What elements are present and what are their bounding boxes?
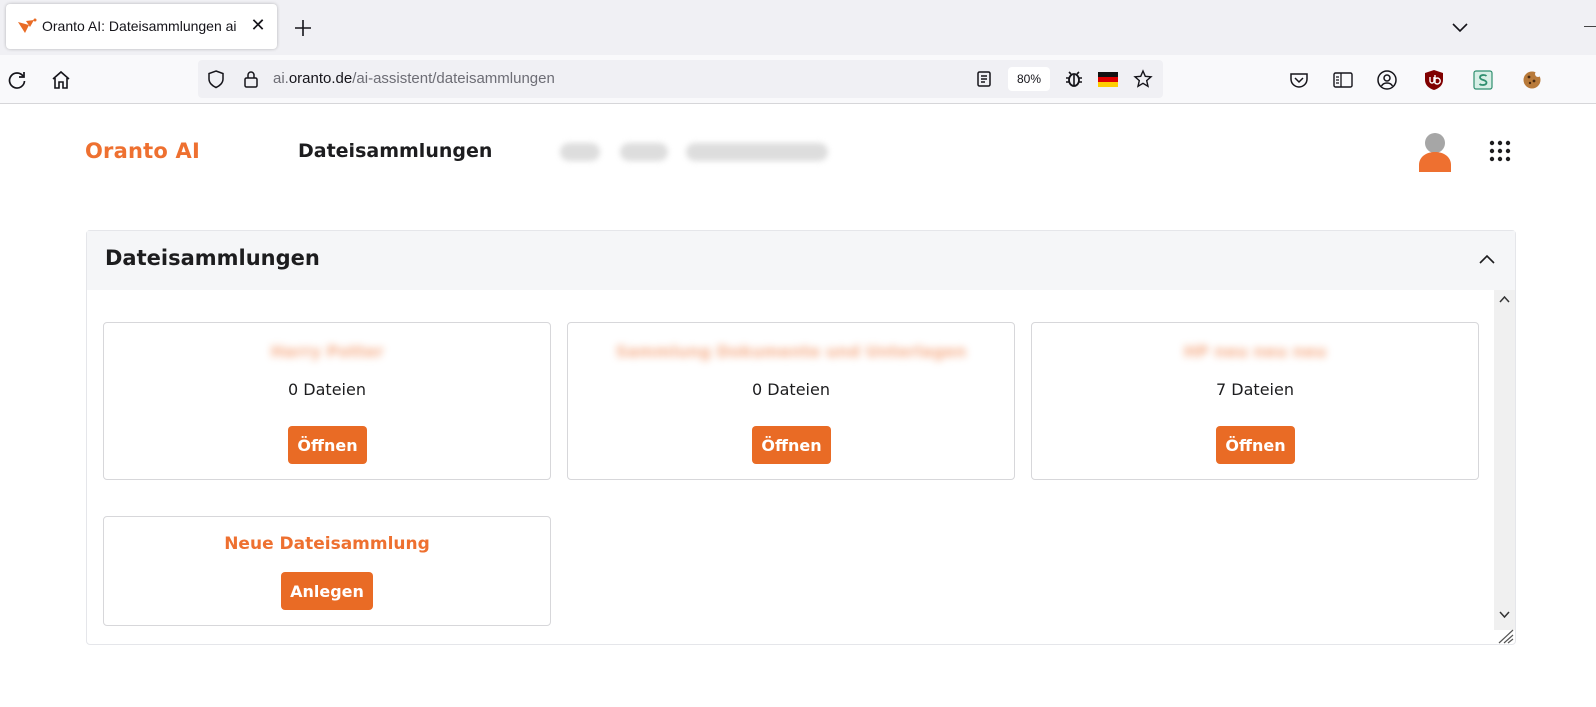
create-collection-button[interactable]: Anlegen xyxy=(281,572,373,610)
tab-close-icon[interactable]: ✕ xyxy=(247,15,269,37)
collection-file-count: 7 Dateien xyxy=(1216,380,1294,399)
breadcrumb-current: Dateisammlungen xyxy=(298,140,493,162)
collection-card: HP neu neu neu 7 Dateien Öffnen xyxy=(1031,322,1479,480)
reload-icon[interactable] xyxy=(6,69,28,91)
german-flag-icon[interactable] xyxy=(1098,69,1118,89)
collection-file-count: 0 Dateien xyxy=(752,380,830,399)
url-text[interactable]: ai.oranto.de/ai-assistent/dateisammlunge… xyxy=(273,70,555,87)
sidebar-icon[interactable] xyxy=(1332,69,1354,91)
resize-handle-icon[interactable] xyxy=(1496,628,1514,644)
cookie-icon[interactable] xyxy=(1521,69,1543,91)
browser-tab-active[interactable]: Oranto AI: Dateisammlungen ai ✕ xyxy=(6,4,277,49)
reader-view-icon[interactable] xyxy=(974,69,994,89)
collection-name: Sammlung Dokumente und Unterlagen xyxy=(615,342,967,361)
account-icon[interactable] xyxy=(1376,69,1398,91)
pocket-icon[interactable] xyxy=(1288,69,1310,91)
panel-header[interactable]: Dateisammlungen xyxy=(87,231,1515,290)
bug-icon[interactable] xyxy=(1064,69,1084,89)
new-collection-card: Neue Dateisammlung Anlegen xyxy=(103,516,551,626)
panel-title: Dateisammlungen xyxy=(105,246,320,270)
open-collection-button[interactable]: Öffnen xyxy=(752,426,831,464)
brand-logo[interactable]: Oranto AI xyxy=(85,139,200,163)
lock-icon[interactable] xyxy=(241,69,261,89)
scroll-down-icon[interactable] xyxy=(1498,608,1511,621)
home-icon[interactable] xyxy=(50,69,72,91)
open-collection-button[interactable]: Öffnen xyxy=(1216,426,1295,464)
url-host-prefix: ai. xyxy=(273,70,289,87)
scroll-up-icon[interactable] xyxy=(1498,293,1511,306)
tab-title: Oranto AI: Dateisammlungen ai xyxy=(42,18,237,34)
apps-grid-icon[interactable] xyxy=(1489,140,1511,162)
collection-name: HP neu neu neu xyxy=(1183,342,1327,361)
user-avatar-icon[interactable] xyxy=(1418,132,1452,172)
new-tab-icon[interactable] xyxy=(290,15,316,41)
shield-icon[interactable] xyxy=(206,69,226,89)
url-path: /ai-assistent/dateisammlungen xyxy=(352,70,555,87)
new-collection-title: Neue Dateisammlung xyxy=(224,534,430,554)
scrollbar[interactable] xyxy=(1494,290,1515,630)
star-icon[interactable] xyxy=(1133,69,1153,89)
breadcrumb-item-redacted[interactable] xyxy=(560,143,600,161)
collection-card: Sammlung Dokumente und Unterlagen 0 Date… xyxy=(567,322,1015,480)
browser-tabstrip: Oranto AI: Dateisammlungen ai ✕ xyxy=(0,0,1596,55)
url-bar[interactable]: ai.oranto.de/ai-assistent/dateisammlunge… xyxy=(198,60,1163,98)
collection-name: Harry Potter xyxy=(270,342,384,361)
breadcrumb-item-redacted[interactable] xyxy=(620,143,668,161)
page: Oranto AI Dateisammlungen Dateisammlunge… xyxy=(0,105,1596,707)
oranto-favicon-icon xyxy=(18,18,37,33)
zoom-level-badge[interactable]: 80% xyxy=(1008,67,1050,91)
collections-panel: Dateisammlungen Harry Potter 0 Dateien Ö… xyxy=(86,230,1516,645)
url-host-domain: oranto.de xyxy=(288,70,353,87)
chevron-down-icon[interactable] xyxy=(1450,17,1470,37)
breadcrumb-item-redacted[interactable] xyxy=(686,143,828,161)
s-extension-icon[interactable] xyxy=(1472,69,1494,91)
browser-navbar: ai.oranto.de/ai-assistent/dateisammlunge… xyxy=(0,55,1596,104)
chevron-up-icon[interactable] xyxy=(1477,250,1497,270)
window-minimize-icon[interactable] xyxy=(1584,26,1596,27)
ublock-icon[interactable] xyxy=(1423,69,1445,91)
open-collection-button[interactable]: Öffnen xyxy=(288,426,367,464)
collection-card: Harry Potter 0 Dateien Öffnen xyxy=(103,322,551,480)
collection-file-count: 0 Dateien xyxy=(288,380,366,399)
